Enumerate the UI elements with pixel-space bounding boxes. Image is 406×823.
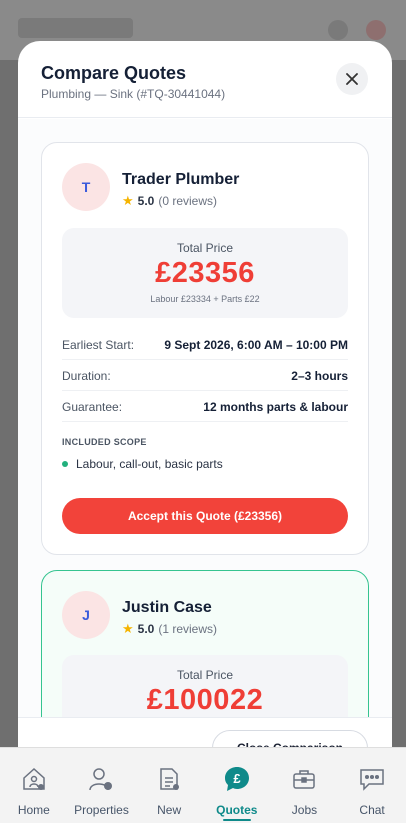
star-icon: ★ [122,193,134,208]
quote-card: J Justin Case ★ 5.0 (1 reviews) Total Pr… [41,570,369,717]
nav-label: Jobs [291,803,318,817]
detail-value: 12 months parts & labour [203,400,348,414]
briefcase-icon [293,770,316,789]
detail-row-guarantee: Guarantee: 12 months parts & labour [62,391,348,422]
price-breakdown: Labour £23334 + Parts £22 [150,294,260,304]
total-price: £100022 [146,684,264,716]
background-app-title [18,18,133,38]
modal-subtitle: Plumbing — Sink (#TQ-30441044) [41,87,226,101]
bullet-icon [62,461,68,467]
chat-icon [360,769,384,791]
total-price: £23356 [155,257,255,289]
svg-text:£: £ [233,771,241,786]
nav-item-home[interactable]: Home [1,766,67,823]
price-label: Total Price [176,241,234,255]
detail-row-earliest-start: Earliest Start: 9 Sept 2026, 6:00 AM – 1… [62,329,348,360]
nav-item-new[interactable]: New [136,766,202,823]
price-label: Total Price [176,668,234,682]
quote-card: T Trader Plumber ★ 5.0 (0 reviews) Total… [41,142,369,555]
detail-row-duration: Duration: 2–3 hours [62,360,348,391]
price-box: Total Price £23356 Labour £23334 + Parts… [62,228,348,318]
trader-name: Trader Plumber [122,171,240,188]
detail-value: 9 Sept 2026, 6:00 AM – 10:00 PM [164,338,348,352]
nav-item-jobs[interactable]: Jobs [271,766,337,823]
star-icon: ★ [122,621,134,636]
scope-heading: INCLUDED SCOPE [62,437,147,447]
price-box: Total Price £100022 [62,655,348,717]
background-icon [366,20,386,40]
rating-score: 5.0 [137,194,155,208]
nav-label: Quotes [216,803,258,817]
trader-name: Justin Case [122,599,212,616]
background-icon [328,20,348,40]
nav-label: New [157,803,182,817]
quotes-list[interactable]: T Trader Plumber ★ 5.0 (0 reviews) Total… [18,119,392,717]
trader-rating: ★ 5.0 (0 reviews) [122,193,217,209]
document-icon [160,768,180,790]
close-button[interactable] [336,63,368,95]
trader-rating: ★ 5.0 (1 reviews) [122,621,217,637]
close-icon [346,73,358,85]
nav-item-quotes[interactable]: £ Quotes [204,766,270,823]
compare-quotes-modal: Compare Quotes Plumbing — Sink (#TQ-3044… [18,41,392,801]
scope-item-label: Labour, call-out, basic parts [76,457,223,471]
rating-score: 5.0 [137,622,155,636]
nav-item-chat[interactable]: Chat [339,766,405,823]
detail-label: Earliest Start: [62,338,135,352]
nav-label: Home [17,803,50,817]
scope-item: Labour, call-out, basic parts [62,457,223,471]
nav-label: Properties [74,803,129,817]
avatar: T [62,163,110,211]
accept-quote-button[interactable]: Accept this Quote (£23356) [62,498,348,534]
avatar: J [62,591,110,639]
bottom-nav: Home Properties New £ Quotes Jobs Chat [0,747,406,823]
modal-title: Compare Quotes [41,63,187,83]
detail-value: 2–3 hours [291,369,348,383]
review-count: (0 reviews) [158,194,218,208]
person-icon [89,768,113,791]
modal-header: Compare Quotes Plumbing — Sink (#TQ-3044… [18,41,392,118]
nav-label: Chat [359,803,385,817]
active-indicator [222,819,251,821]
home-icon [23,767,45,790]
detail-label: Duration: [62,369,111,383]
pound-icon: £ [224,767,249,791]
review-count: (1 reviews) [158,622,218,636]
detail-label: Guarantee: [62,400,123,414]
nav-item-properties[interactable]: Properties [68,766,134,823]
